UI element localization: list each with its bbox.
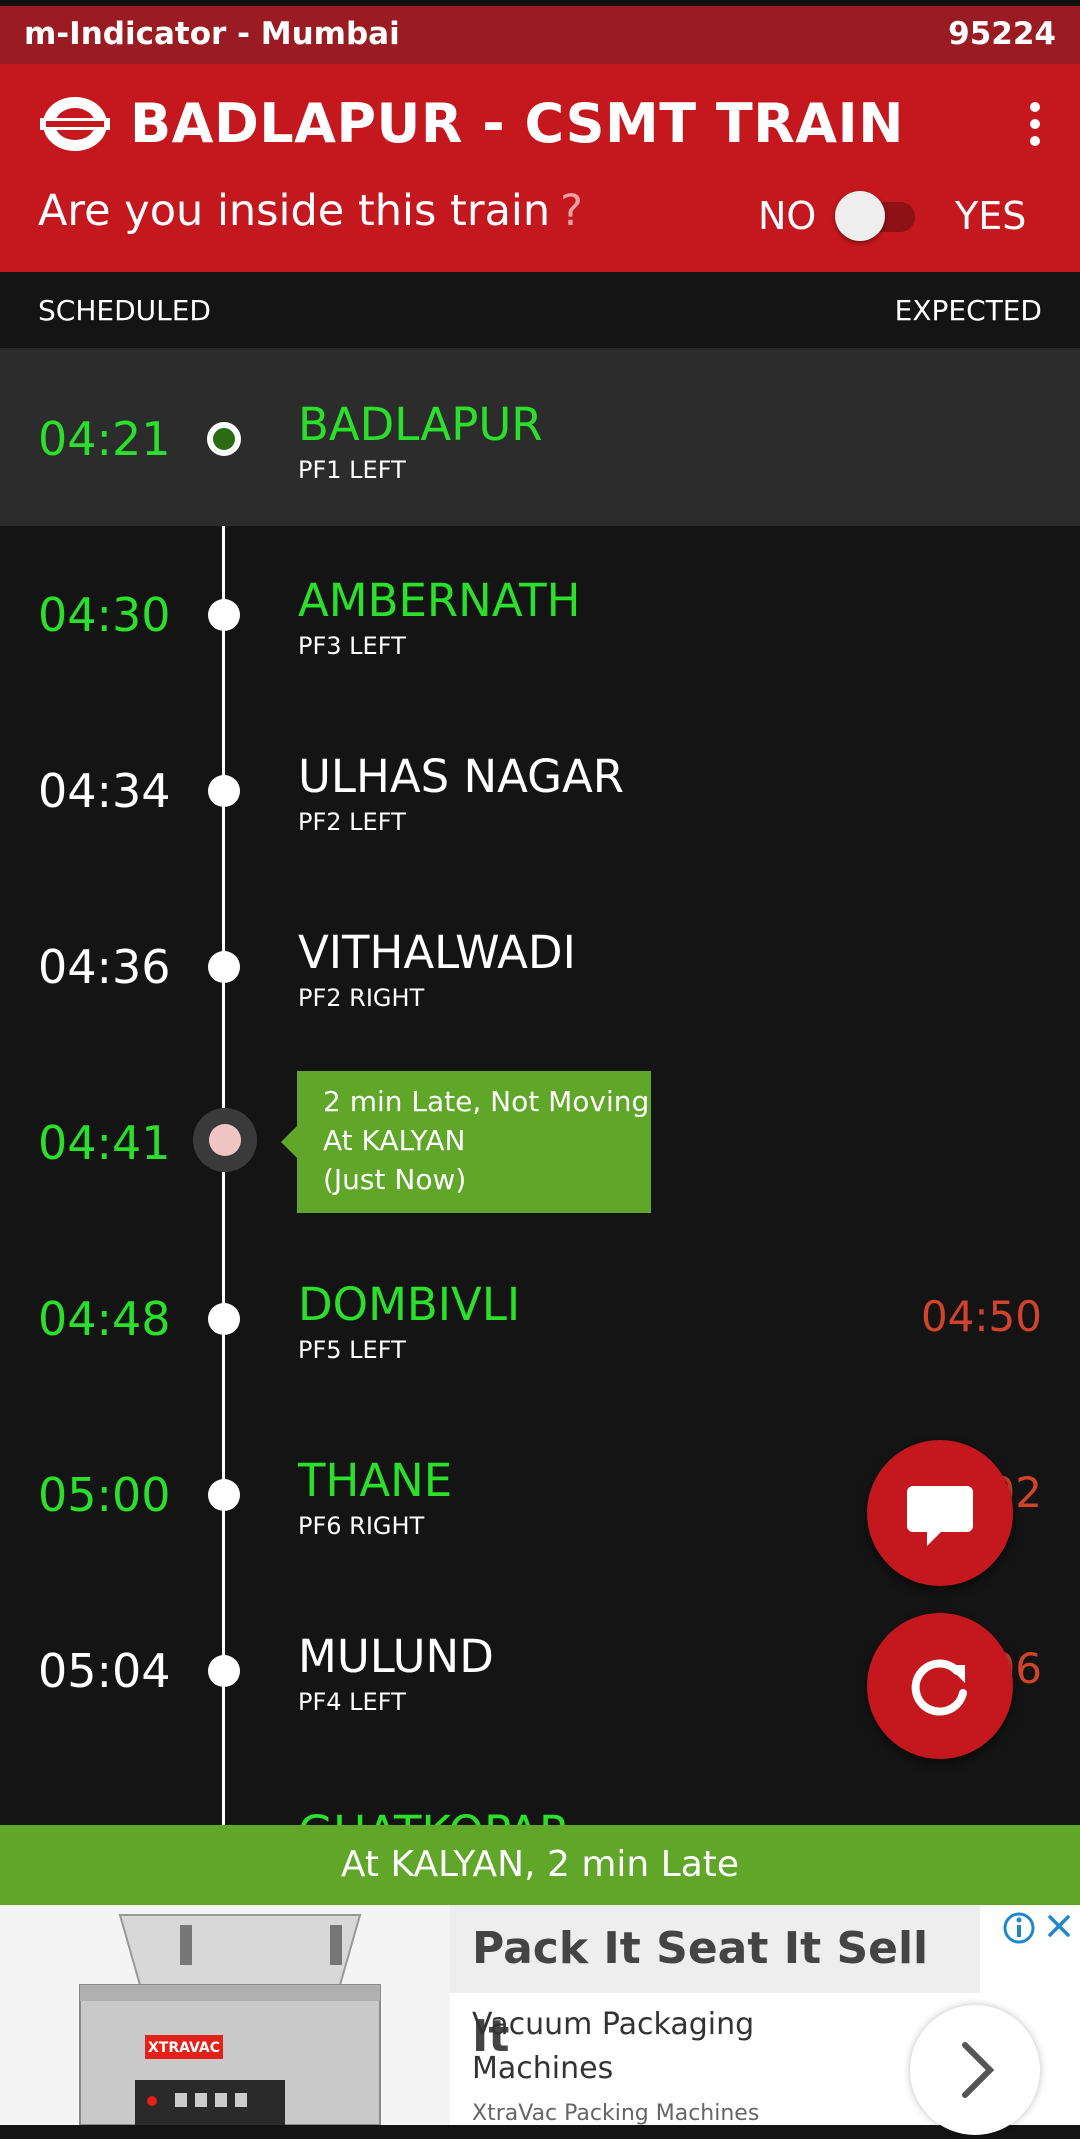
station-row[interactable]: 04:21 BADLAPUR PF1 LEFT [0,350,1080,526]
banner-text: At KALYAN, 2 min Late [340,1844,740,1885]
expected-time: 04:50 [920,1292,1042,1341]
status-line-3: (Just Now) [323,1163,467,1196]
station-dot-icon [208,951,240,983]
train-location-icon [193,1108,257,1172]
station-name: THANE [298,1454,453,1507]
station-dot-icon [208,1303,240,1335]
station-row[interactable]: 04:30 AMBERNATH PF3 LEFT [0,526,1080,702]
refresh-icon [911,1659,967,1716]
station-row[interactable]: GHATKOPAR [0,1758,1080,1825]
scheduled-time: 04:48 [38,1292,171,1346]
app-title: m-Indicator - Mumbai [24,16,400,52]
platform-info: PF2 LEFT [298,808,406,836]
brand-logo-text: XTRAVAC [148,2040,220,2056]
scheduled-time: 04:34 [38,764,171,818]
ad-title[interactable]: Pack It Seat It Sell It [450,1905,980,2062]
status-line-1: 2 min Late, Not Moving [323,1085,650,1118]
ad-open-button[interactable] [910,2005,1040,2135]
station-dot-icon [208,1479,240,1511]
vacuum-machine-image: XTRAVAC [79,1914,381,2126]
platform-info: PF6 RIGHT [298,1512,425,1540]
scheduled-time: 04:30 [38,588,171,642]
ad-image[interactable]: XTRAVAC [0,1905,450,2126]
station-row[interactable]: 04:36 VITHALWADI PF2 RIGHT [0,878,1080,1054]
chat-icon [907,1486,973,1546]
platform-info: PF5 LEFT [298,1336,406,1364]
station-dot-icon [208,599,240,631]
scheduled-time: 04:21 [38,412,171,466]
inside-train-toggle[interactable] [835,191,920,241]
expected-header: EXPECTED [894,294,1042,327]
header: BADLAPUR - CSMT TRAIN Are you inside thi… [0,64,1080,272]
status-bar: m-Indicator - Mumbai 95224 [0,0,1080,64]
scheduled-time: 05:00 [38,1468,171,1522]
scheduled-header: SCHEDULED [38,294,211,327]
platform-info: PF4 LEFT [298,1688,406,1716]
platform-info: PF1 LEFT [298,456,406,484]
train-status-banner: At KALYAN, 2 min Late [0,1825,1080,1905]
station-name: ULHAS NAGAR [298,750,625,803]
station-name: AMBERNATH [298,574,581,627]
station-name: VITHALWADI [298,926,576,979]
train-number: 95224 [948,16,1056,52]
station-row[interactable]: 04:48 DOMBIVLI PF5 LEFT 04:50 [0,1230,1080,1406]
platform-info: PF3 LEFT [298,632,406,660]
train-status-bubble: 2 min Late, Not Moving At KALYAN (Just N… [281,1071,651,1213]
station-row[interactable]: 04:34 ULHAS NAGAR PF2 LEFT [0,702,1080,878]
scheduled-time: 04:36 [38,940,171,994]
ad-description-line2: Machines [472,2051,614,2086]
advertisement[interactable]: XTRAVAC Pack It Seat It Sell It Vacuum P… [0,1905,1080,2135]
scheduled-time: 05:04 [38,1644,171,1698]
chevron-right-icon [962,2042,995,2098]
chat-button[interactable] [867,1440,1013,1586]
ad-description-line1: Vacuum Packaging [472,2007,755,2042]
no-label: NO [758,194,817,238]
column-headers: SCHEDULED EXPECTED [0,272,1080,350]
ad-advertiser: XtraVac Packing Machines [472,2101,760,2126]
railway-logo-icon [40,97,110,151]
station-name: DOMBIVLI [298,1278,521,1331]
refresh-button[interactable] [867,1613,1013,1759]
station-dot-icon [207,422,241,456]
status-line-2: At KALYAN [323,1124,466,1157]
page-title: BADLAPUR - CSMT TRAIN [130,92,904,155]
help-icon[interactable]: ? [560,186,583,236]
station-name: GHATKOPAR [298,1806,570,1825]
station-dot-icon [208,1655,240,1687]
platform-info: PF2 RIGHT [298,984,425,1012]
inside-train-question: Are you inside this train? [38,186,583,236]
ad-info-icon[interactable] [1002,1911,1036,1945]
station-name: MULUND [298,1630,494,1683]
question-text: Are you inside this train [38,186,551,236]
station-dot-icon [208,775,240,807]
overflow-menu-icon[interactable] [1020,102,1050,152]
ad-close-icon[interactable] [1042,1909,1076,1943]
yes-label: YES [955,194,1027,238]
scheduled-time: 04:41 [38,1116,171,1170]
station-name: BADLAPUR [298,398,543,451]
